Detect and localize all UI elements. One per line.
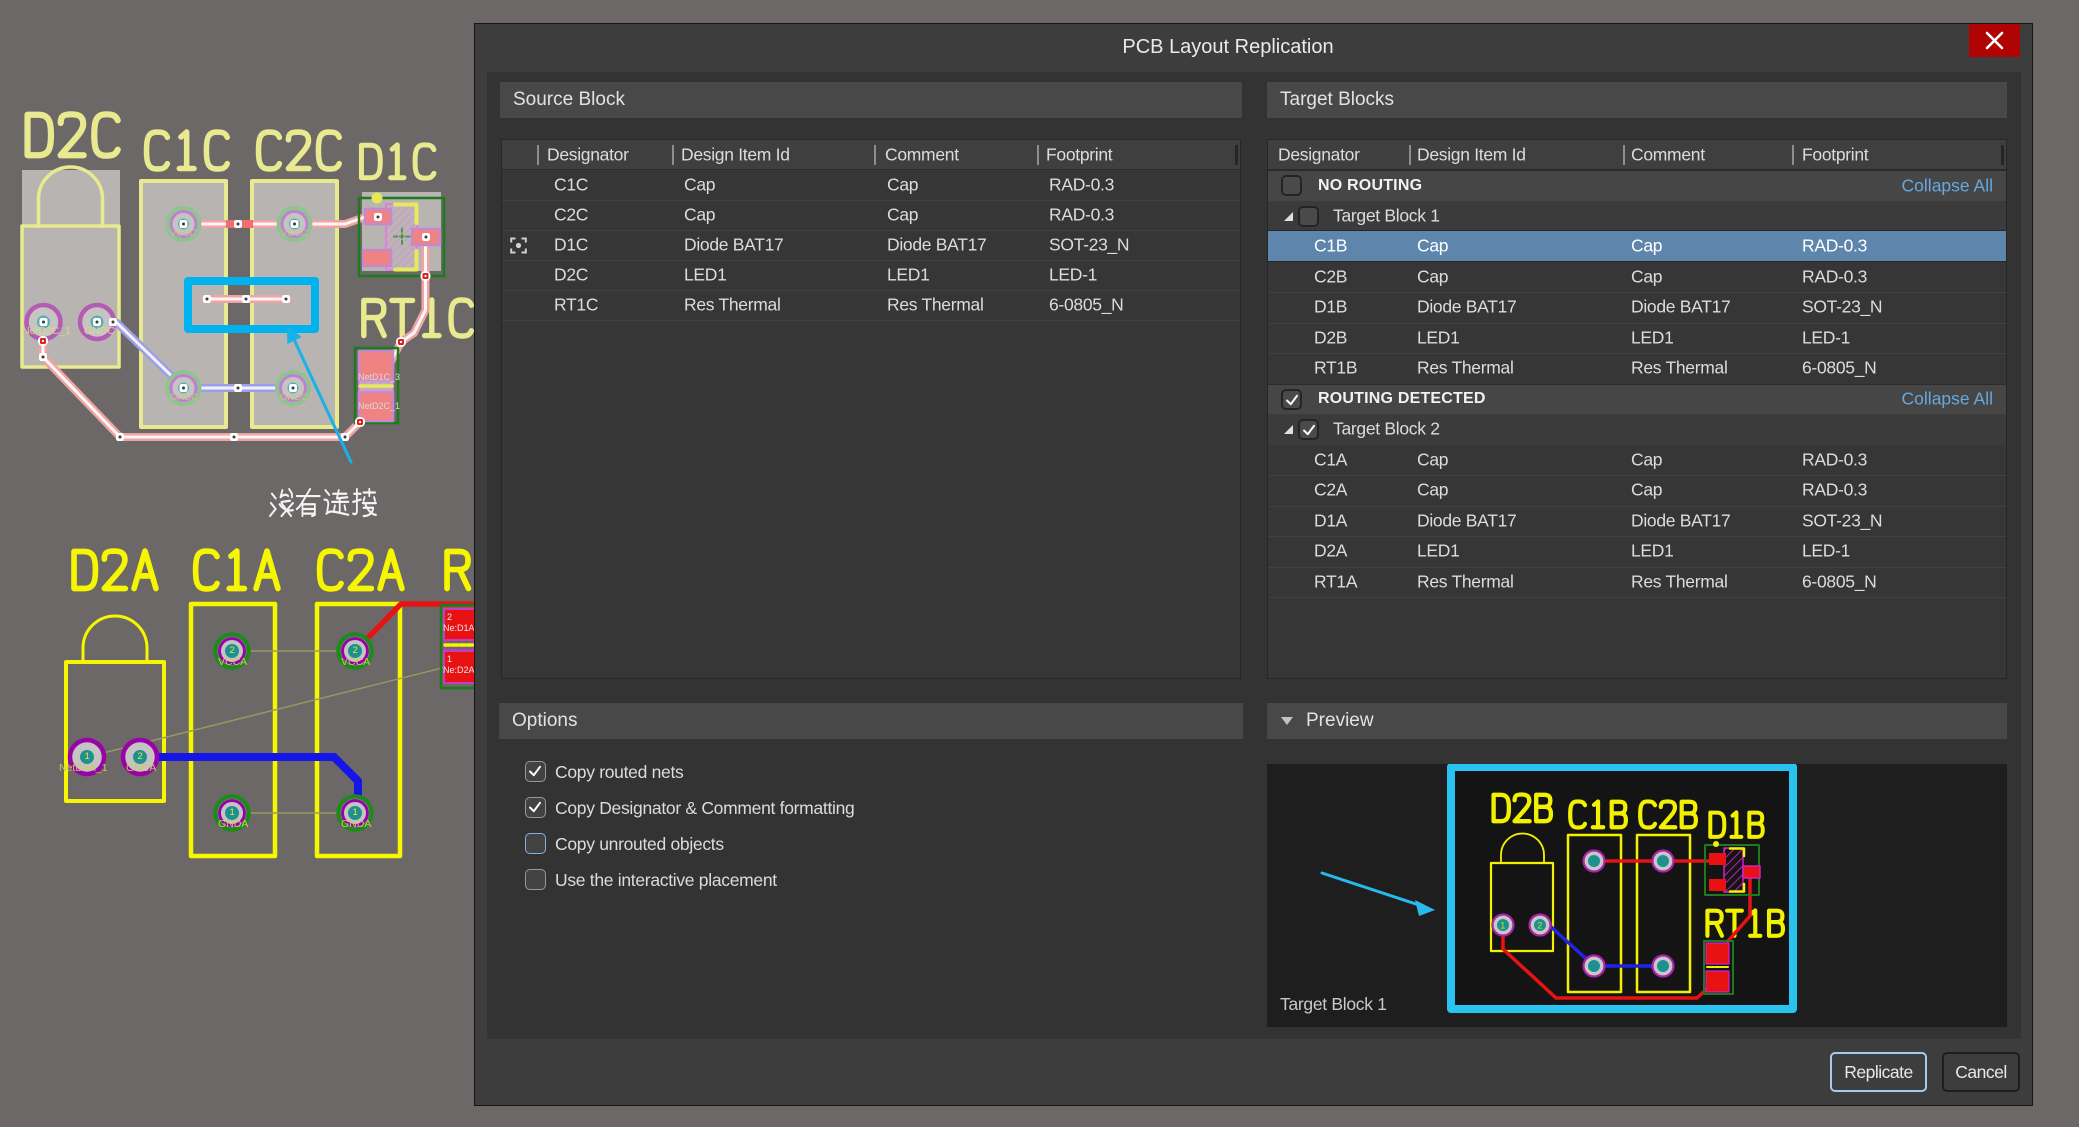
svg-text:GNDA: GNDA [218, 818, 248, 830]
svg-text:2: 2 [353, 645, 358, 656]
svg-text:NetD1C_3: NetD1C_3 [358, 372, 400, 382]
svg-text:2: 2 [447, 612, 452, 622]
svg-text:1: 1 [1500, 921, 1505, 931]
svg-text:1: 1 [230, 807, 235, 818]
svg-text:GNDA: GNDA [126, 762, 156, 774]
svg-text:Ne:D1A: Ne:D1A [443, 623, 475, 633]
svg-text:NetD2A_1: NetD2A_1 [59, 762, 108, 774]
svg-text:VCCA: VCCA [341, 656, 370, 668]
svg-text:2: 2 [138, 751, 143, 762]
svg-text:NetD2C_1: NetD2C_1 [22, 325, 71, 337]
svg-text:2: 2 [1537, 921, 1542, 931]
svg-text:VCCC: VCCC [281, 228, 308, 239]
svg-text:NetD2C_1: NetD2C_1 [358, 401, 400, 411]
svg-text:1: 1 [85, 751, 90, 762]
svg-text:VCCC: VCCC [170, 228, 197, 239]
svg-text:2: 2 [230, 645, 235, 656]
svg-text:GNDC: GNDC [280, 392, 308, 403]
svg-text:1: 1 [447, 654, 452, 664]
svg-text:GNDA: GNDA [341, 818, 371, 830]
svg-text:GNDC: GNDC [84, 325, 115, 337]
svg-text:VCCA: VCCA [218, 656, 247, 668]
svg-text:GNDC: GNDC [170, 392, 198, 403]
svg-text:1: 1 [353, 807, 358, 818]
